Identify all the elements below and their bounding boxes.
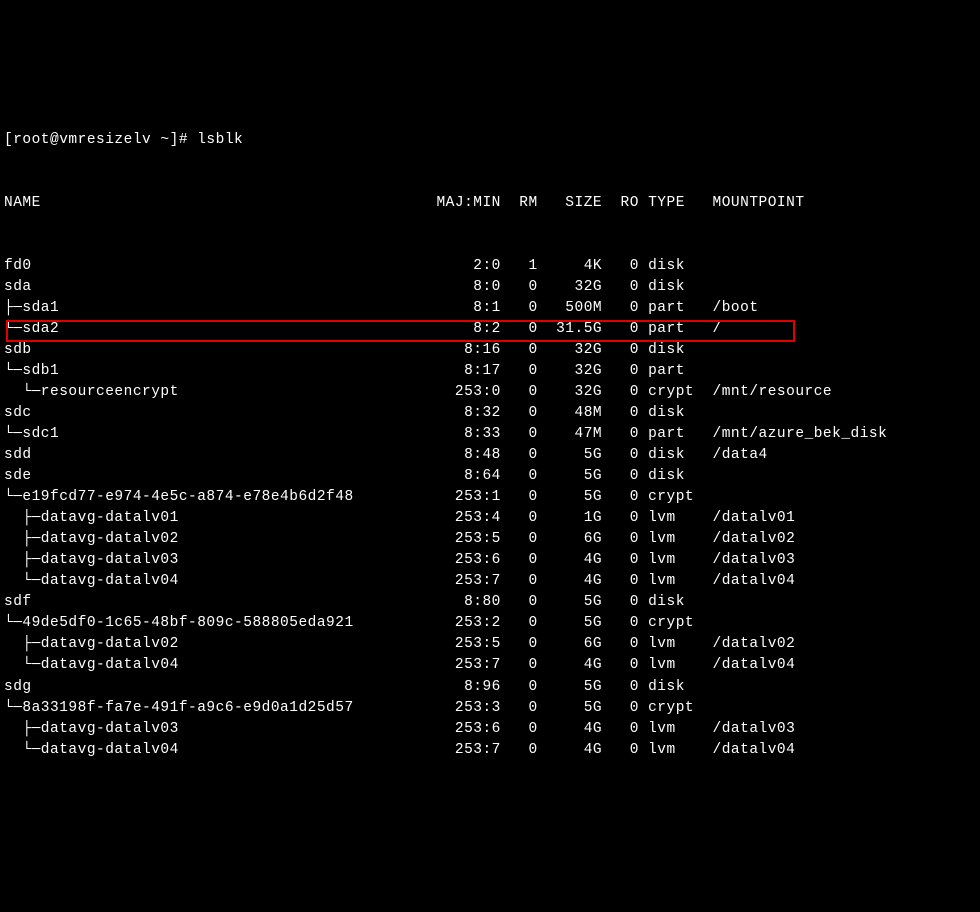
lsblk-row: sda 8:0 0 32G 0 disk <box>4 277 976 298</box>
lsblk-row: └─datavg-datalv04 253:7 0 4G 0 lvm /data… <box>4 740 976 761</box>
lsblk-row: └─datavg-datalv04 253:7 0 4G 0 lvm /data… <box>4 571 976 592</box>
lsblk-row: sdd 8:48 0 5G 0 disk /data4 <box>4 445 976 466</box>
lsblk-row: ├─datavg-datalv02 253:5 0 6G 0 lvm /data… <box>4 529 976 550</box>
lsblk-row: sdf 8:80 0 5G 0 disk <box>4 592 976 613</box>
lsblk-row: └─resourceencrypt 253:0 0 32G 0 crypt /m… <box>4 382 976 403</box>
lsblk-row: sdg 8:96 0 5G 0 disk <box>4 677 976 698</box>
lsblk-row: ├─datavg-datalv02 253:5 0 6G 0 lvm /data… <box>4 634 976 655</box>
prompt-line: [root@vmresizelv ~]# lsblk <box>4 130 976 151</box>
header-line: NAME MAJ:MIN RM SIZE RO TYPE MOUNTPOINT <box>4 193 976 214</box>
lsblk-row: └─sda2 8:2 0 31.5G 0 part / <box>4 319 976 340</box>
lsblk-row: ├─sda1 8:1 0 500M 0 part /boot <box>4 298 976 319</box>
lsblk-rows: fd0 2:0 1 4K 0 disk sda 8:0 0 32G 0 disk… <box>4 256 976 760</box>
lsblk-row: ├─datavg-datalv01 253:4 0 1G 0 lvm /data… <box>4 508 976 529</box>
lsblk-row: sde 8:64 0 5G 0 disk <box>4 466 976 487</box>
lsblk-row: └─e19fcd77-e974-4e5c-a874-e78e4b6d2f48 2… <box>4 487 976 508</box>
lsblk-row: fd0 2:0 1 4K 0 disk <box>4 256 976 277</box>
lsblk-row: sdb 8:16 0 32G 0 disk <box>4 340 976 361</box>
lsblk-row: sdc 8:32 0 48M 0 disk <box>4 403 976 424</box>
lsblk-row: └─sdb1 8:17 0 32G 0 part <box>4 361 976 382</box>
lsblk-row: ├─datavg-datalv03 253:6 0 4G 0 lvm /data… <box>4 719 976 740</box>
terminal-output: [root@vmresizelv ~]# lsblk NAME MAJ:MIN … <box>4 88 976 803</box>
lsblk-row: └─49de5df0-1c65-48bf-809c-588805eda921 2… <box>4 613 976 634</box>
lsblk-row: └─datavg-datalv04 253:7 0 4G 0 lvm /data… <box>4 655 976 676</box>
lsblk-row: ├─datavg-datalv03 253:6 0 4G 0 lvm /data… <box>4 550 976 571</box>
lsblk-row: └─sdc1 8:33 0 47M 0 part /mnt/azure_bek_… <box>4 424 976 445</box>
lsblk-row: └─8a33198f-fa7e-491f-a9c6-e9d0a1d25d57 2… <box>4 698 976 719</box>
